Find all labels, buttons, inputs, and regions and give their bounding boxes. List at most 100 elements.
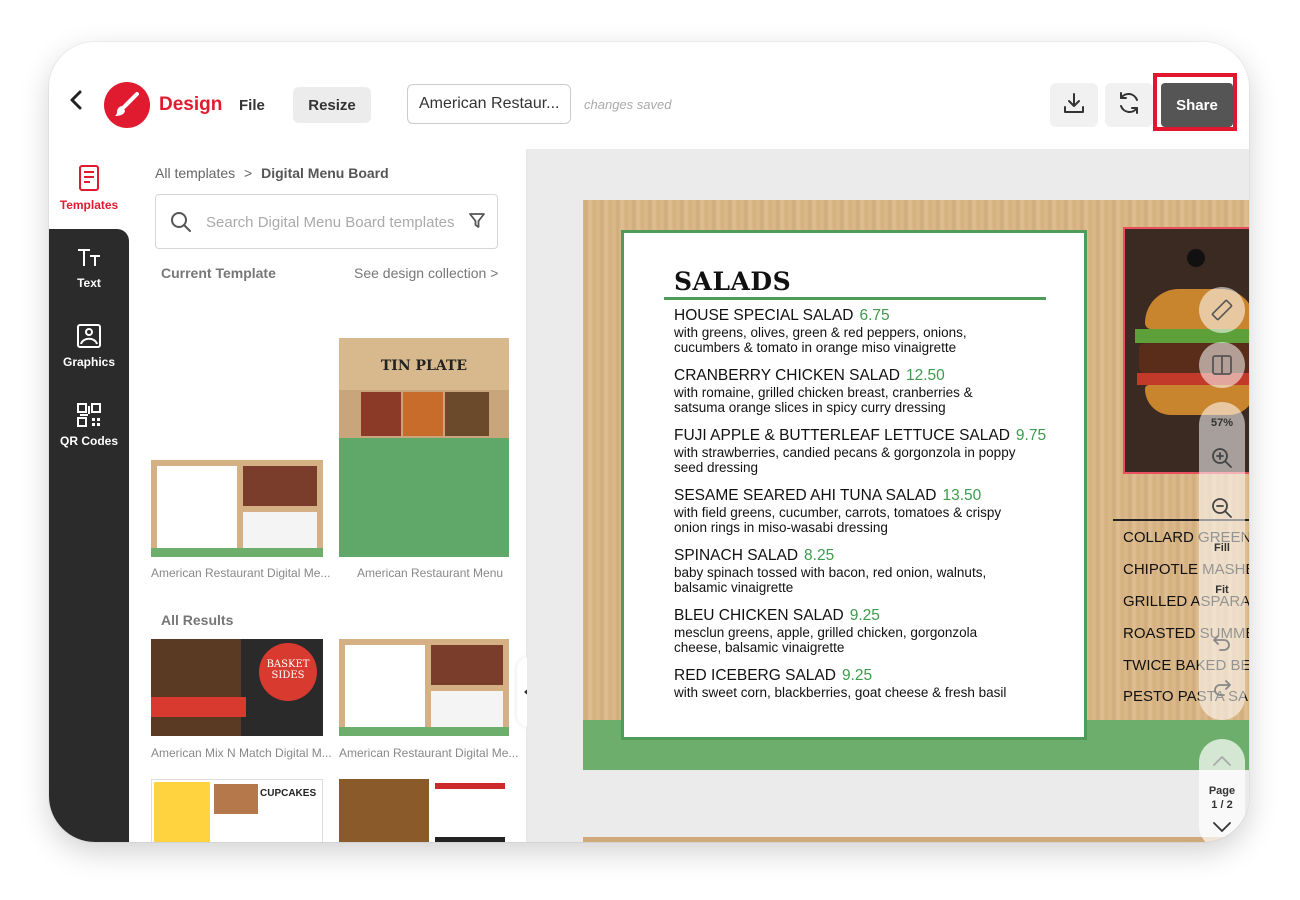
thumb-title: BASKET SIDES — [259, 643, 317, 701]
breadcrumb-current: Digital Menu Board — [261, 165, 389, 181]
sync-icon — [1116, 90, 1142, 121]
thumb-title: CUPCAKES — [260, 788, 317, 799]
breadcrumb: All templates > Digital Menu Board — [155, 165, 389, 181]
template-caption: American Restaurant Digital Me... — [151, 566, 331, 580]
filter-icon[interactable] — [468, 212, 486, 235]
brand-name: Design — [159, 94, 223, 115]
menu-item[interactable]: HOUSE SPECIAL SALAD 6.75 with greens, oli… — [674, 307, 1054, 355]
template-thumb-basket[interactable]: BASKET SIDES — [151, 639, 323, 736]
breadcrumb-root[interactable]: All templates — [155, 165, 235, 181]
item-desc: onion rings in miso-wasabi dressing — [674, 520, 888, 535]
menu-divider — [664, 297, 1046, 300]
menu-board[interactable]: SALADS HOUSE SPECIAL SALAD 6.75 with gree… — [583, 200, 1249, 770]
template-caption: American Restaurant Menu — [357, 566, 504, 580]
template-thumb-current[interactable] — [151, 460, 323, 557]
item-desc: with romaine, grilled chicken breast, cr… — [674, 385, 973, 400]
item-desc: balsamic vinaigrette — [674, 580, 794, 595]
zoom-in-icon[interactable] — [1211, 447, 1233, 474]
item-desc: baby spinach tossed with bacon, red onio… — [674, 565, 987, 580]
item-name: RED ICEBERG SALAD — [674, 667, 836, 684]
current-template-title: Current Template — [161, 265, 276, 281]
split-view-icon — [1212, 355, 1232, 375]
salads-menu-card[interactable]: SALADS HOUSE SPECIAL SALAD 6.75 with gree… — [621, 230, 1087, 740]
rail-item-graphics[interactable]: Graphics — [49, 323, 129, 369]
menu-item[interactable]: CRANBERRY CHICKEN SALAD 12.50 with romain… — [674, 367, 1054, 415]
see-design-collection-link[interactable]: See design collection > — [354, 265, 498, 281]
app-window: Design File Resize American Restaur... c… — [49, 42, 1249, 842]
template-thumb-tin-plate[interactable]: TIN PLATE — [339, 338, 509, 557]
menu-item[interactable]: BLEU CHICKEN SALAD 9.25 mesclun greens, a… — [674, 607, 1054, 655]
rail-item-qr-codes[interactable]: QR Codes — [49, 402, 129, 448]
graphics-icon — [77, 324, 101, 348]
file-menu[interactable]: File — [239, 97, 265, 114]
page-number: 1 / 2 — [1211, 799, 1233, 811]
ruler-button[interactable] — [1199, 287, 1245, 333]
item-price: 9.75 — [1015, 427, 1047, 444]
template-search[interactable]: Search Digital Menu Board templates — [155, 194, 498, 249]
back-arrow-icon[interactable] — [65, 88, 89, 112]
redo-icon[interactable] — [1212, 677, 1232, 702]
rail-item-label: QR Codes — [59, 434, 118, 448]
save-status: changes saved — [584, 97, 672, 112]
item-desc: satsuma orange slices in spicy curry dre… — [674, 400, 946, 415]
menu-item[interactable]: FUJI APPLE & BUTTERLEAF LETTUCE SALAD 9.7… — [674, 427, 1054, 475]
item-desc: cucumbers & tomato in orange miso vinaig… — [674, 340, 957, 355]
rail-item-label: Text — [77, 276, 101, 290]
item-name: CRANBERRY CHICKEN SALAD — [674, 367, 900, 384]
item-desc: seed dressing — [674, 460, 759, 475]
menu-item[interactable]: SPINACH SALAD 8.25 baby spinach tossed wi… — [674, 547, 1054, 595]
template-caption: American Restaurant Digital Me... — [339, 746, 519, 760]
design-logo-icon[interactable] — [104, 82, 150, 128]
all-results-title: All Results — [161, 612, 234, 628]
share-highlight-box — [1153, 73, 1237, 131]
document-name-field[interactable]: American Restaur... — [407, 84, 571, 124]
item-price: 13.50 — [942, 487, 982, 504]
template-panel: All templates > Digital Menu Board Searc… — [129, 149, 541, 842]
next-page-edge — [583, 837, 1249, 842]
item-price: 8.25 — [804, 547, 835, 564]
item-price: 6.75 — [859, 307, 890, 324]
item-name: HOUSE SPECIAL SALAD — [674, 307, 854, 324]
chevron-up-icon[interactable] — [1212, 753, 1232, 772]
fit-button[interactable]: Fit — [1199, 584, 1245, 596]
fill-button[interactable]: Fill — [1199, 542, 1245, 554]
item-price: 9.25 — [841, 667, 873, 684]
search-icon — [170, 211, 192, 238]
resize-button[interactable]: Resize — [293, 87, 371, 123]
menu-title: SALADS — [674, 267, 792, 296]
chevron-down-icon[interactable] — [1212, 821, 1232, 840]
top-bar: Design File Resize American Restaur... c… — [49, 42, 1249, 150]
design-canvas[interactable]: SALADS HOUSE SPECIAL SALAD 6.75 with gree… — [527, 149, 1249, 842]
undo-icon[interactable] — [1212, 632, 1232, 657]
item-desc: with strawberries, candied pecans & gorg… — [674, 445, 1016, 460]
template-thumb-restaurant[interactable] — [339, 639, 509, 736]
zoom-controls: 57% Fill Fit — [1199, 402, 1245, 720]
template-caption: American Mix N Match Digital M... — [151, 746, 332, 760]
template-thumb-drafts[interactable] — [339, 779, 509, 842]
rail-item-templates[interactable]: Templates — [49, 164, 129, 212]
download-icon — [1062, 91, 1086, 120]
item-price: 12.50 — [905, 367, 945, 384]
item-name: FUJI APPLE & BUTTERLEAF LETTUCE SALAD — [674, 427, 1010, 444]
ruler-icon — [1211, 299, 1233, 321]
menu-item[interactable]: SESAME SEARED AHI TUNA SALAD 13.50 with f… — [674, 487, 1054, 535]
page-label: Page — [1208, 785, 1236, 797]
zoom-level: 57% — [1210, 417, 1234, 429]
search-input[interactable]: Search Digital Menu Board templates — [206, 214, 454, 231]
menu-item[interactable]: RED ICEBERG SALAD 9.25 with sweet corn, b… — [674, 667, 1054, 700]
qr-code-icon — [77, 403, 101, 427]
download-button[interactable] — [1050, 83, 1098, 127]
item-desc: cheese, balsamic vinaigrette — [674, 640, 845, 655]
item-name: BLEU CHICKEN SALAD — [674, 607, 844, 624]
rail-item-text[interactable]: Text — [49, 246, 129, 290]
item-price: 9.25 — [849, 607, 880, 624]
item-desc: with field greens, cucumber, carrots, to… — [674, 505, 1002, 520]
zoom-out-icon[interactable] — [1211, 497, 1233, 524]
page-navigation: Page 1 / 2 — [1199, 739, 1245, 842]
sync-button[interactable] — [1105, 83, 1153, 127]
templates-icon — [79, 165, 99, 191]
item-desc: with sweet corn, blackberries, goat chee… — [674, 685, 1007, 700]
template-thumb-cupcakes[interactable]: CUPCAKES — [151, 779, 323, 842]
layout-button[interactable] — [1199, 342, 1245, 388]
item-name: SESAME SEARED AHI TUNA SALAD — [674, 487, 937, 504]
